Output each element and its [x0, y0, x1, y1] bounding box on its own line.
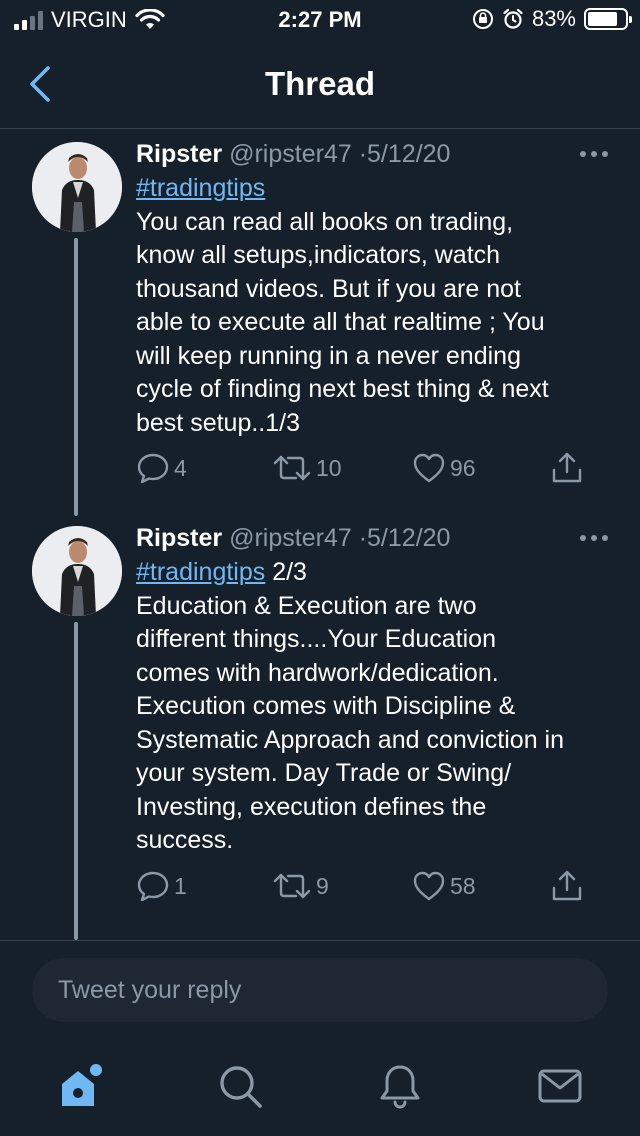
tweet-text-line: thousand videos. But if you are not	[136, 274, 521, 303]
tweet-text-line: know all setups,indicators, watch	[136, 241, 501, 269]
battery-percent: 83%	[531, 6, 576, 31]
avatar-photo	[32, 142, 122, 232]
tweet-1[interactable]: Ripster @ripster47 ·5/12/20 #tradingtips…	[0, 130, 640, 516]
tweet-text-line: Execution comes with Discipline &	[136, 692, 516, 720]
share-button[interactable]	[550, 448, 584, 488]
tweet-text-line: You can read all books on trading,	[136, 207, 514, 236]
meta-separator: ·	[358, 140, 368, 168]
reply-input[interactable]: Tweet your reply	[32, 958, 608, 1022]
author-handle[interactable]: @ripster47	[229, 140, 352, 168]
hashtag-suffix: 2/3	[265, 558, 307, 586]
tweet-actions: 4 10 96	[136, 448, 596, 488]
meta-separator: ·	[358, 524, 368, 552]
alarm-icon	[503, 8, 523, 29]
retweet-count: 9	[316, 872, 329, 899]
reply-icon	[137, 871, 169, 902]
tweet-text: #tradingtips 2/3 Education & Execution a…	[136, 556, 616, 858]
avatar[interactable]	[32, 526, 122, 616]
battery-icon	[584, 8, 632, 30]
tweet-text-line: Education & Execution are two	[136, 591, 477, 620]
avatar-photo	[32, 526, 122, 616]
author-name[interactable]: Ripster	[136, 524, 222, 552]
tweet-body: Ripster @ripster47 ·5/12/20 #tradingtips…	[136, 138, 616, 440]
reply-divider	[0, 940, 640, 941]
tab-home[interactable]	[56, 1062, 104, 1110]
retweet-icon	[273, 455, 311, 481]
tweet-text-line: different things....Your Education	[136, 625, 496, 653]
like-count: 58	[450, 872, 476, 899]
tweet-text-line: cycle of finding next best thing & next	[136, 375, 549, 403]
thread-connector-line	[74, 238, 78, 516]
reply-placeholder: Tweet your reply	[58, 976, 242, 1004]
like-button[interactable]: 58	[412, 866, 476, 906]
reply-count: 4	[174, 454, 187, 481]
more-options-button[interactable]	[568, 144, 608, 164]
tab-notifications[interactable]	[376, 1062, 424, 1110]
tweet-2[interactable]: Ripster @ripster47 ·5/12/20 #tradingtips…	[0, 514, 640, 940]
reply-button[interactable]: 4	[136, 448, 187, 488]
home-icon	[62, 1064, 102, 1106]
heart-icon	[413, 453, 445, 483]
tweet-text-line: success.	[136, 826, 234, 854]
retweet-button[interactable]: 9	[272, 866, 329, 906]
like-count: 96	[450, 454, 476, 481]
retweet-button[interactable]: 10	[272, 448, 342, 488]
share-icon	[552, 870, 582, 901]
thread-screen: VIRGIN 2:27 PM 83% Thread Ripster @ripst…	[0, 0, 640, 1136]
tweet-header: Ripster @ripster47 ·5/12/20	[136, 138, 616, 170]
avatar[interactable]	[32, 142, 122, 232]
author-handle[interactable]: @ripster47	[229, 524, 352, 552]
like-button[interactable]: 96	[412, 448, 476, 488]
status-bar: VIRGIN 2:27 PM 83%	[0, 0, 640, 40]
messages-icon	[538, 1069, 582, 1103]
status-right: 83%	[472, 6, 632, 32]
tweet-text: #tradingtips You can read all books on t…	[136, 172, 616, 440]
tweet-date: 5/12/20	[367, 524, 451, 552]
tweet-actions: 1 9 58	[136, 866, 596, 906]
retweet-icon	[273, 873, 311, 899]
search-icon	[220, 1066, 262, 1108]
author-name[interactable]: Ripster	[136, 140, 222, 168]
nav-header: Thread	[0, 40, 640, 129]
reply-count: 1	[174, 872, 187, 899]
orientation-lock-icon	[472, 9, 493, 29]
tweet-date: 5/12/20	[367, 140, 451, 168]
page-title: Thread	[264, 65, 376, 102]
heart-icon	[413, 871, 445, 901]
more-options-button[interactable]	[568, 528, 608, 548]
tab-search[interactable]	[216, 1062, 264, 1110]
hashtag-link[interactable]: #tradingtips	[136, 174, 265, 202]
retweet-count: 10	[316, 454, 342, 481]
tweet-text-line: Investing, execution defines the	[136, 792, 487, 821]
thread-connector-line	[74, 622, 78, 940]
tweet-text-line: able to execute all that realtime ; You	[136, 308, 545, 336]
tweet-body: Ripster @ripster47 ·5/12/20 #tradingtips…	[136, 522, 616, 858]
notifications-icon	[380, 1065, 420, 1109]
share-icon	[552, 452, 582, 483]
tweet-text-line: best setup..1/3	[136, 408, 301, 437]
share-button[interactable]	[550, 866, 584, 906]
hashtag-link[interactable]: #tradingtips	[136, 558, 265, 586]
bottom-tab-bar	[0, 1040, 640, 1136]
tweet-text-line: Systematic Approach and conviction in	[136, 725, 565, 754]
reply-button[interactable]: 1	[136, 866, 187, 906]
tab-messages[interactable]	[536, 1062, 584, 1110]
tweet-text-line: your system. Day Trade or Swing/	[136, 759, 512, 787]
reply-icon	[137, 453, 169, 484]
tweet-text-line: will keep running in a never ending	[136, 341, 521, 370]
tweet-header: Ripster @ripster47 ·5/12/20	[136, 522, 616, 554]
tweet-text-line: comes with hardwork/dedication.	[136, 658, 499, 687]
